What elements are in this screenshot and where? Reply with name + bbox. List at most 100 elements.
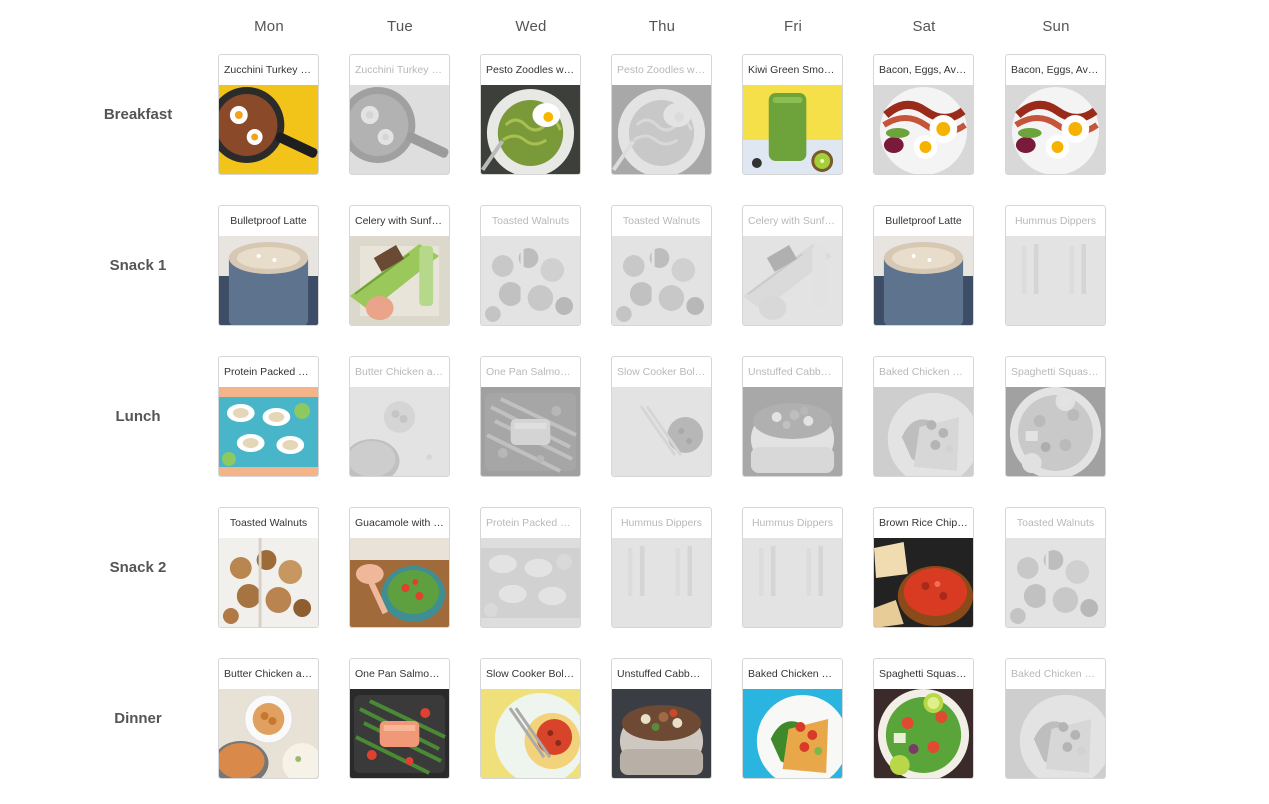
recipe-card[interactable]: Celery with Sunflo...: [742, 205, 843, 326]
recipe-card[interactable]: Slow Cooker Bolo...: [480, 658, 581, 779]
recipe-title: Butter Chicken an...: [355, 366, 448, 378]
meal-label-lunch: Lunch: [115, 408, 161, 425]
recipe-card[interactable]: Bacon, Eggs, Avoc...: [873, 54, 974, 175]
recipe-card[interactable]: Toasted Walnuts: [1005, 507, 1106, 628]
recipe-card[interactable]: Spaghetti Squash...: [1005, 356, 1106, 477]
day-header-sun: Sun: [1042, 18, 1070, 35]
recipe-card[interactable]: Protein Packed De...: [218, 356, 319, 477]
recipe-photo: [1006, 236, 1105, 325]
recipe-title: Kiwi Green Smoot...: [748, 64, 842, 76]
recipe-photo: [612, 689, 711, 778]
recipe-title: Bacon, Eggs, Avoc...: [1011, 64, 1105, 76]
recipe-photo: [350, 236, 449, 325]
recipe-photo: [874, 689, 973, 778]
day-header-sat: Sat: [912, 18, 936, 35]
recipe-photo: [1006, 85, 1105, 174]
recipe-photo: [481, 387, 580, 476]
recipe-card[interactable]: Kiwi Green Smoot...: [742, 54, 843, 175]
recipe-photo: [481, 538, 580, 627]
recipe-title: Slow Cooker Bolo...: [486, 668, 579, 680]
recipe-title: Celery with Sunflo...: [748, 215, 842, 227]
recipe-photo: [219, 387, 318, 476]
recipe-title: Bulletproof Latte: [230, 215, 307, 227]
recipe-photo: [219, 689, 318, 778]
recipe-title: Spaghetti Squash...: [1011, 366, 1103, 378]
recipe-title: Protein Packed De...: [224, 366, 318, 378]
recipe-card[interactable]: Unstuffed Cabbag...: [611, 658, 712, 779]
recipe-photo: [874, 387, 973, 476]
recipe-title: Spaghetti Squash...: [879, 668, 971, 680]
recipe-card[interactable]: Protein Packed De...: [480, 507, 581, 628]
recipe-card[interactable]: Toasted Walnuts: [218, 507, 319, 628]
recipe-title: Pesto Zoodles wit...: [486, 64, 578, 76]
recipe-card[interactable]: Unstuffed Cabbag...: [742, 356, 843, 477]
recipe-photo: [874, 236, 973, 325]
recipe-photo: [612, 236, 711, 325]
recipe-title: Bacon, Eggs, Avoc...: [879, 64, 973, 76]
recipe-photo: [350, 387, 449, 476]
recipe-title: Toasted Walnuts: [491, 215, 570, 227]
recipe-title: Slow Cooker Bolo...: [617, 366, 710, 378]
meal-label-dinner: Dinner: [114, 710, 162, 727]
recipe-photo: [219, 85, 318, 174]
recipe-card[interactable]: Brown Rice Chips ...: [873, 507, 974, 628]
recipe-title: Toasted Walnuts: [622, 215, 701, 227]
meal-label-snack-2: Snack 2: [109, 559, 167, 576]
recipe-title: Toasted Walnuts: [1016, 517, 1095, 529]
recipe-photo: [743, 387, 842, 476]
recipe-photo: [481, 85, 580, 174]
recipe-card[interactable]: Guacamole with B...: [349, 507, 450, 628]
day-header-wed: Wed: [515, 18, 547, 35]
recipe-card[interactable]: Slow Cooker Bolo...: [611, 356, 712, 477]
recipe-card[interactable]: Bulletproof Latte: [218, 205, 319, 326]
meal-label-snack-1: Snack 1: [109, 257, 167, 274]
recipe-photo: [612, 387, 711, 476]
recipe-title: Hummus Dippers: [620, 517, 703, 529]
recipe-card[interactable]: Hummus Dippers: [1005, 205, 1106, 326]
recipe-card[interactable]: Pesto Zoodles wit...: [611, 54, 712, 175]
recipe-card[interactable]: Butter Chicken an...: [349, 356, 450, 477]
recipe-title: Bulletproof Latte: [885, 215, 962, 227]
recipe-photo: [874, 85, 973, 174]
recipe-photo: [743, 538, 842, 627]
recipe-card[interactable]: Toasted Walnuts: [480, 205, 581, 326]
recipe-photo: [743, 85, 842, 174]
recipe-title: Hummus Dippers: [751, 517, 834, 529]
day-header-tue: Tue: [387, 18, 413, 35]
recipe-card[interactable]: Baked Chicken wi...: [1005, 658, 1106, 779]
recipe-title: Baked Chicken wi...: [1011, 668, 1104, 680]
recipe-card[interactable]: Baked Chicken wi...: [742, 658, 843, 779]
recipe-title: Zucchini Turkey B...: [355, 64, 448, 76]
recipe-title: Pesto Zoodles wit...: [617, 64, 709, 76]
meal-planner-grid: Mon Tue Wed Thu Fri Sat Sun Breakfast Sn…: [0, 0, 1269, 804]
recipe-card[interactable]: Baked Chicken wi...: [873, 356, 974, 477]
recipe-title: Unstuffed Cabbag...: [617, 668, 711, 680]
recipe-title: Celery with Sunflo...: [355, 215, 449, 227]
recipe-photo: [743, 236, 842, 325]
recipe-card[interactable]: Spaghetti Squash...: [873, 658, 974, 779]
recipe-title: One Pan Salmon ...: [486, 366, 578, 378]
recipe-card[interactable]: Zucchini Turkey B...: [349, 54, 450, 175]
recipe-title: Unstuffed Cabbag...: [748, 366, 842, 378]
recipe-card[interactable]: Zucchini Turkey B...: [218, 54, 319, 175]
recipe-card[interactable]: One Pan Salmon ...: [480, 356, 581, 477]
recipe-title: Guacamole with B...: [355, 517, 449, 529]
recipe-photo: [1006, 538, 1105, 627]
recipe-card[interactable]: Toasted Walnuts: [611, 205, 712, 326]
recipe-title: Zucchini Turkey B...: [224, 64, 317, 76]
recipe-title: Brown Rice Chips ...: [879, 517, 973, 529]
recipe-card[interactable]: Hummus Dippers: [742, 507, 843, 628]
recipe-card[interactable]: Bulletproof Latte: [873, 205, 974, 326]
recipe-photo: [743, 689, 842, 778]
day-header-mon: Mon: [254, 18, 284, 35]
recipe-card[interactable]: Butter Chicken an...: [218, 658, 319, 779]
recipe-card[interactable]: Bacon, Eggs, Avoc...: [1005, 54, 1106, 175]
recipe-card[interactable]: Celery with Sunflo...: [349, 205, 450, 326]
recipe-photo: [612, 538, 711, 627]
recipe-card[interactable]: Pesto Zoodles wit...: [480, 54, 581, 175]
recipe-title: Butter Chicken an...: [224, 668, 317, 680]
recipe-card[interactable]: Hummus Dippers: [611, 507, 712, 628]
recipe-photo: [219, 538, 318, 627]
recipe-photo: [481, 689, 580, 778]
recipe-card[interactable]: One Pan Salmon ...: [349, 658, 450, 779]
